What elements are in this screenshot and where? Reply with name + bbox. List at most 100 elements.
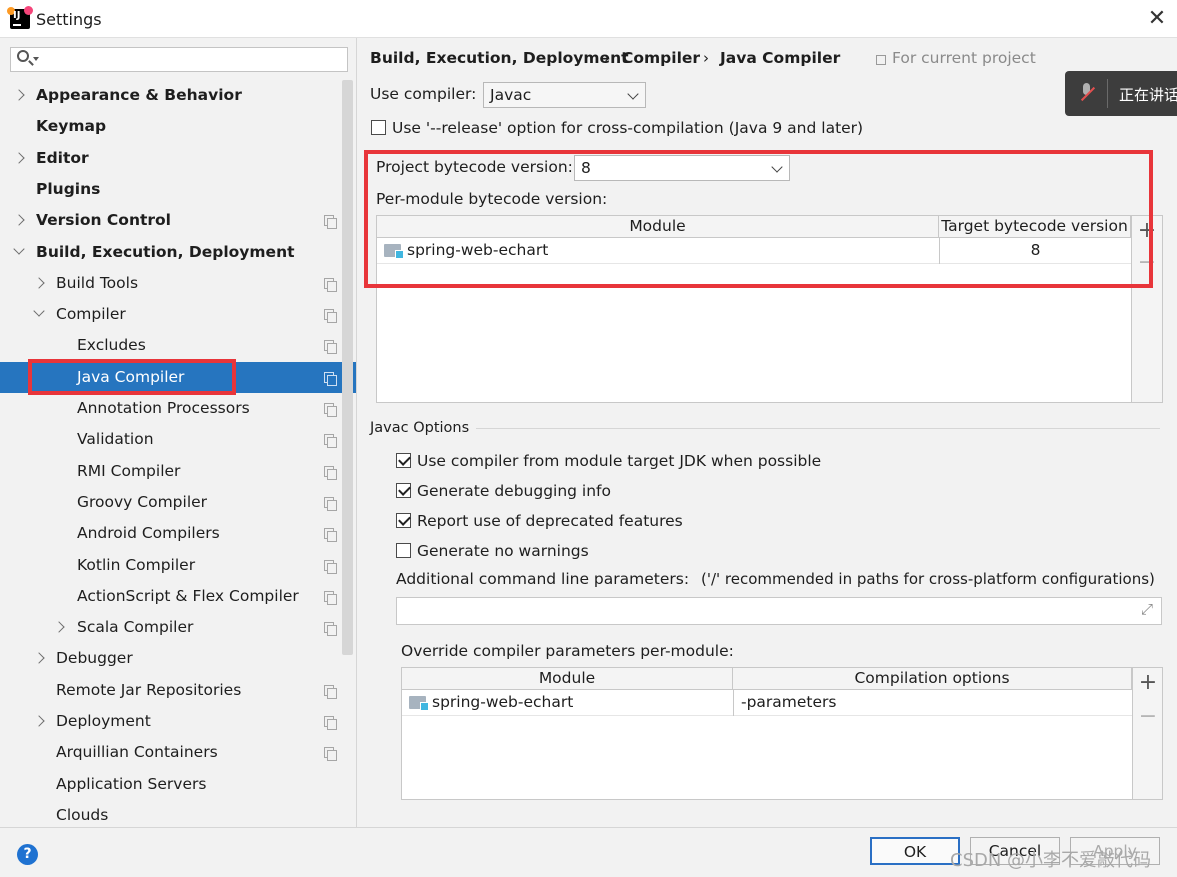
sidebar-item-rmi-compiler[interactable]: RMI Compiler: [0, 456, 356, 487]
project-scope-icon: [324, 590, 337, 605]
sidebar-item-kotlin-compiler[interactable]: Kotlin Compiler: [0, 550, 356, 581]
chevron-right-icon[interactable]: [13, 89, 25, 101]
sidebar-item-label: Annotation Processors: [77, 399, 250, 417]
chevron-down-icon: [627, 88, 639, 100]
module-name: spring-web-echart: [432, 693, 574, 711]
sidebar-item-arquillian-containers[interactable]: Arquillian Containers: [0, 737, 356, 768]
expand-icon[interactable]: [1141, 600, 1155, 618]
chevron-right-icon[interactable]: [33, 277, 45, 289]
chevron-right-icon[interactable]: [33, 652, 45, 665]
sidebar-item-remote-jar-repositories[interactable]: Remote Jar Repositories: [0, 675, 356, 706]
sidebar-item-debugger[interactable]: Debugger: [0, 643, 356, 674]
sidebar-item-build-execution-deployment[interactable]: Build, Execution, Deployment: [0, 237, 356, 268]
ok-button[interactable]: OK: [870, 837, 960, 865]
release-option-checkbox[interactable]: [371, 120, 386, 135]
project-scope-icon: [324, 496, 337, 511]
sidebar-item-scala-compiler[interactable]: Scala Compiler: [0, 612, 356, 643]
help-button[interactable]: ?: [17, 844, 38, 865]
project-scope-icon: [324, 309, 337, 324]
chevron-right-icon[interactable]: [53, 621, 65, 633]
override-params-table: Module Compilation options spring-web-ec…: [401, 667, 1163, 800]
chevron-down-icon[interactable]: [33, 305, 45, 317]
chevron-down-icon[interactable]: [13, 242, 25, 255]
sidebar-item-appearance-behavior[interactable]: Appearance & Behavior: [0, 80, 356, 111]
project-scope-icon: [324, 340, 337, 355]
sidebar-item-label: Build Tools: [56, 273, 139, 292]
sidebar-item-label: Kotlin Compiler: [77, 555, 196, 574]
column-header-module[interactable]: Module: [402, 668, 733, 690]
sidebar-item-annotation-processors[interactable]: Annotation Processors: [0, 393, 356, 424]
sidebar-item-label: Appearance & Behavior: [36, 86, 242, 104]
sidebar-item-deployment[interactable]: Deployment: [0, 706, 356, 737]
option-label-deprecated: Report use of deprecated features: [417, 512, 683, 530]
toast-text: 正在讲话: [1119, 86, 1177, 104]
additional-params-hint: ('/' recommended in paths for cross-plat…: [701, 570, 1155, 588]
sidebar-item-compiler[interactable]: Compiler: [0, 299, 356, 330]
project-scope-icon: [324, 215, 337, 230]
project-scope-icon: [324, 371, 337, 386]
search-icon: [17, 50, 29, 62]
scope-label: For current project: [892, 49, 1036, 67]
use-compiler-label: Use compiler:: [370, 85, 477, 103]
project-scope-icon: [324, 716, 337, 730]
sidebar-item-label: Groovy Compiler: [77, 492, 208, 511]
remove-icon[interactable]: −: [1138, 704, 1158, 729]
project-scope-icon: [324, 277, 337, 292]
option-checkbox-debugging[interactable]: [396, 483, 411, 498]
sidebar-item-build-tools[interactable]: Build Tools: [0, 268, 356, 299]
project-scope-icon: [324, 559, 337, 574]
sidebar-item-label: Remote Jar Repositories: [56, 680, 242, 699]
watermark-text: CSDN @小李不爱敲代码: [950, 850, 1152, 871]
sidebar-item-version-control[interactable]: Version Control: [0, 205, 356, 236]
table-row[interactable]: spring-web-echart -parameters: [402, 690, 1132, 716]
muted-microphone-icon[interactable]: [1080, 83, 1094, 103]
breadcrumb-item-compiler: Compiler: [622, 49, 701, 67]
dropdown-arrow-icon: [33, 57, 39, 61]
option-checkbox-deprecated[interactable]: [396, 513, 411, 528]
settings-search-input[interactable]: [10, 47, 348, 72]
chevron-right-icon[interactable]: [13, 151, 25, 164]
sidebar-item-keymap[interactable]: Keymap: [0, 111, 356, 142]
sidebar-item-excludes[interactable]: Excludes: [0, 330, 356, 361]
intellij-app-icon: IJ: [7, 6, 33, 29]
toast-divider: [1107, 79, 1108, 108]
highlight-box-bytecode: [364, 150, 1153, 288]
project-scope-icon: [324, 465, 337, 480]
sidebar-item-groovy-compiler[interactable]: Groovy Compiler: [0, 487, 356, 518]
tree-scrollbar[interactable]: [342, 80, 353, 655]
sidebar-item-label: Validation: [77, 430, 154, 449]
project-scope-icon: [324, 747, 337, 762]
sidebar-item-label: RMI Compiler: [77, 461, 181, 480]
column-header-compilation-options[interactable]: Compilation options: [733, 668, 1132, 690]
compilation-options-cell[interactable]: -parameters: [733, 690, 1132, 716]
title-bar: [0, 0, 1177, 38]
project-scope-icon: [324, 434, 337, 449]
sidebar-item-label: Build, Execution, Deployment: [36, 242, 295, 261]
sidebar-item-validation[interactable]: Validation: [0, 424, 356, 455]
sidebar-item-label: Application Servers: [56, 774, 207, 793]
sidebar-item-android-compilers[interactable]: Android Compilers: [0, 518, 356, 549]
close-window-button[interactable]: ✕: [1144, 6, 1170, 32]
sidebar-item-plugins[interactable]: Plugins: [0, 174, 356, 205]
sidebar-item-actionscript-flex-compiler[interactable]: ActionScript & Flex Compiler: [0, 581, 356, 612]
sidebar-item-label: Editor: [36, 148, 89, 167]
sidebar-item-label: Compiler: [56, 305, 126, 324]
option-checkbox-no-warnings[interactable]: [396, 543, 411, 558]
option-checkbox-target-jdk[interactable]: [396, 453, 411, 468]
sidebar-item-application-servers[interactable]: Application Servers: [0, 769, 356, 800]
sidebar-item-editor[interactable]: Editor: [0, 143, 356, 174]
sidebar-item-label: Android Compilers: [77, 524, 220, 543]
add-icon[interactable]: +: [1138, 670, 1158, 695]
project-scope-icon: [324, 684, 337, 699]
sidebar-item-label: Version Control: [36, 211, 171, 230]
option-label-no-warnings: Generate no warnings: [417, 542, 589, 560]
sidebar-item-label: Debugger: [56, 649, 133, 668]
use-compiler-select[interactable]: Javac: [483, 82, 646, 108]
release-option-label: Use '--release' option for cross-compila…: [392, 119, 864, 137]
breadcrumb-separator: ›: [703, 49, 709, 67]
module-icon: [409, 696, 429, 711]
chevron-right-icon[interactable]: [13, 214, 25, 226]
chevron-right-icon[interactable]: [33, 715, 45, 727]
additional-params-input[interactable]: [396, 597, 1162, 625]
highlight-box-java-compiler: [28, 359, 236, 395]
